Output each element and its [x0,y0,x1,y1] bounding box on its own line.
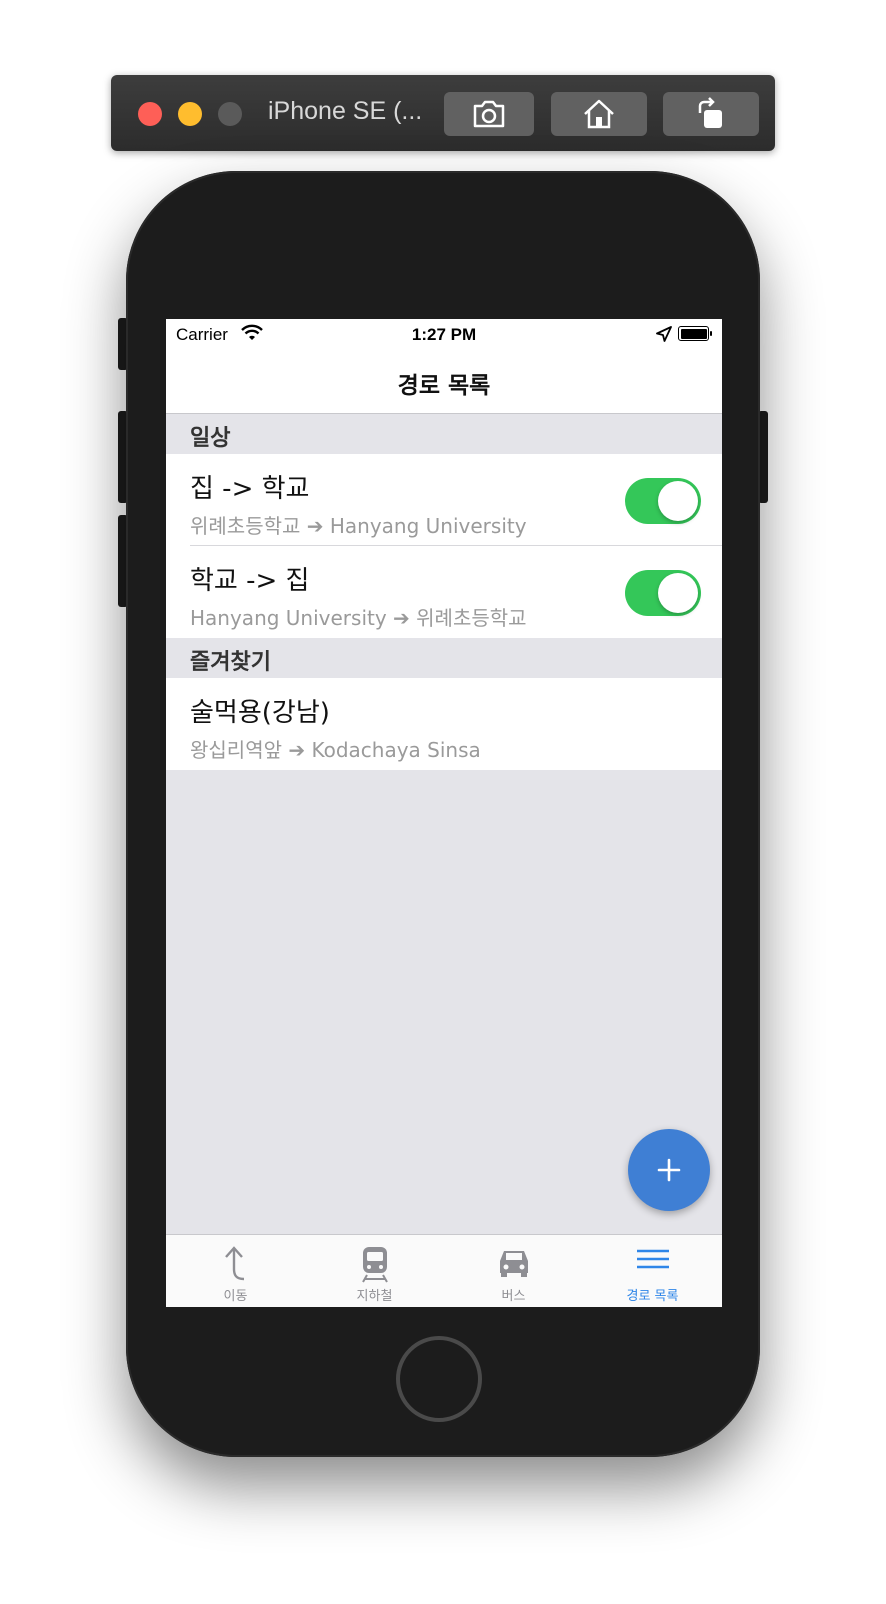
route-title: 집 -> 학교 [190,474,310,504]
plus-icon [657,1158,681,1182]
section-header-favorites: 즐겨찾기 [166,638,722,678]
battery-tip [710,331,712,336]
tab-bar: 이동 지하철 버스 경로 목록 [166,1234,722,1307]
status-bar: Carrier 1:27 PM [166,319,722,349]
section-header-label: 즐겨찾기 [190,650,271,675]
camera-icon [473,100,505,128]
list-icon [636,1249,669,1269]
battery-icon [678,326,709,341]
route-toggle[interactable] [625,570,701,616]
tab-label: 지하철 [356,1289,393,1304]
car-icon [499,1251,528,1277]
toggle-knob [658,573,698,613]
route-title: 학교 -> 집 [190,566,310,596]
tab-move[interactable]: 이동 [166,1235,305,1307]
tab-bus[interactable]: 버스 [444,1235,583,1307]
tab-subway[interactable]: 지하철 [305,1235,444,1307]
route-title: 술먹용(강남) [190,698,330,728]
close-window-button[interactable] [138,102,162,126]
section-header-label: 일상 [190,426,231,451]
status-time: 1:27 PM [411,325,477,344]
tab-label: 경로 목록 [626,1289,679,1304]
rotate-button[interactable] [663,92,759,136]
screenshot-button[interactable] [444,92,534,136]
rotate-icon [698,97,722,128]
app-screen: Carrier 1:27 PM 경로 목록 일상 집 -> 학교 위례초등학교 … [166,319,722,1307]
location-arrow-icon [656,326,672,342]
section-header-daily: 일상 [166,414,722,454]
home-button[interactable] [551,92,647,136]
tab-route-list[interactable]: 경로 목록 [583,1235,722,1307]
tab-label: 이동 [223,1289,248,1304]
minimize-window-button[interactable] [178,102,202,126]
route-row[interactable]: 집 -> 학교 위례초등학교 ➔ Hanyang University [166,454,722,546]
navigation-bar: 경로 목록 [166,349,722,414]
hardware-home-button[interactable] [396,1336,482,1422]
simulator-toolbar: iPhone SE (... [111,75,775,151]
home-icon [584,99,614,129]
route-subtitle: Hanyang University ➔ 위례초등학교 [190,606,527,630]
route-row[interactable]: 술먹용(강남) 왕십리역앞 ➔ Kodachaya Sinsa [166,678,722,770]
route-subtitle: 왕십리역앞 ➔ Kodachaya Sinsa [190,738,481,762]
zoom-window-button[interactable] [218,102,242,126]
add-route-button[interactable] [628,1129,710,1211]
turn-up-arrow-icon [224,1246,244,1281]
toggle-knob [658,481,698,521]
page-title: 경로 목록 [397,373,491,399]
route-toggle[interactable] [625,478,701,524]
simulator-title: iPhone SE (... [268,97,423,125]
route-subtitle: 위례초등학교 ➔ Hanyang University [190,514,527,538]
subway-icon [361,1247,388,1283]
route-row[interactable]: 학교 -> 집 Hanyang University ➔ 위례초등학교 [166,546,722,638]
tab-label: 버스 [501,1289,526,1304]
